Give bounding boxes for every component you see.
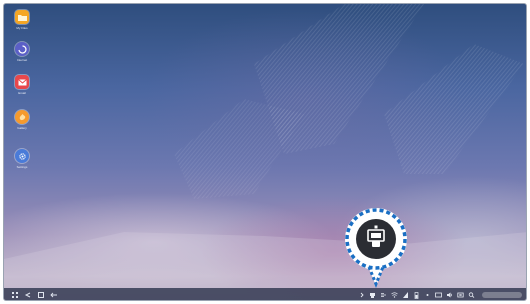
apps-icon[interactable] xyxy=(10,291,20,299)
expand-icon[interactable] xyxy=(358,291,365,299)
gallery-icon xyxy=(15,110,29,124)
battery-icon[interactable] xyxy=(413,291,420,299)
dex-station-icon[interactable] xyxy=(369,291,376,299)
email-icon xyxy=(15,75,29,89)
system-tray xyxy=(358,291,475,299)
search-icon[interactable] xyxy=(468,291,475,299)
desktop-icon-gallery[interactable]: Gallery xyxy=(10,110,34,130)
internet-icon xyxy=(15,42,29,56)
recent-apps-icon[interactable] xyxy=(49,291,59,299)
desktop-icon-label: Gallery xyxy=(17,126,27,130)
desktop-icon-settings[interactable]: Settings xyxy=(10,149,34,169)
wifi-icon[interactable] xyxy=(391,291,398,299)
desktop-icon-label: Settings xyxy=(16,165,28,169)
settings-icon xyxy=(15,149,29,163)
desktop-icon-label: Email xyxy=(18,91,26,95)
desktop-icon-email[interactable]: Email xyxy=(10,75,34,95)
volume-icon[interactable] xyxy=(446,291,453,299)
desktop-icon-label: My Files xyxy=(16,26,28,30)
home-icon[interactable] xyxy=(36,291,46,299)
signal-icon[interactable] xyxy=(402,291,409,299)
folder-icon xyxy=(15,10,29,24)
screenshot-icon[interactable] xyxy=(457,291,464,299)
navigation-buttons xyxy=(10,291,59,299)
wallpaper-pattern xyxy=(4,4,526,300)
desktop: My Files Internet Email Gallery Settings xyxy=(3,3,527,301)
dex-station-callout xyxy=(338,204,414,288)
back-icon[interactable] xyxy=(23,291,33,299)
search-field[interactable] xyxy=(482,292,522,298)
usb-icon[interactable] xyxy=(380,291,387,299)
taskbar xyxy=(4,288,526,300)
desktop-icon-internet[interactable]: Internet xyxy=(10,42,34,62)
messages-icon[interactable] xyxy=(435,291,442,299)
desktop-icon-my-files[interactable]: My Files xyxy=(10,10,34,30)
desktop-icon-label: Internet xyxy=(16,58,28,62)
notification-icon[interactable] xyxy=(424,291,431,299)
